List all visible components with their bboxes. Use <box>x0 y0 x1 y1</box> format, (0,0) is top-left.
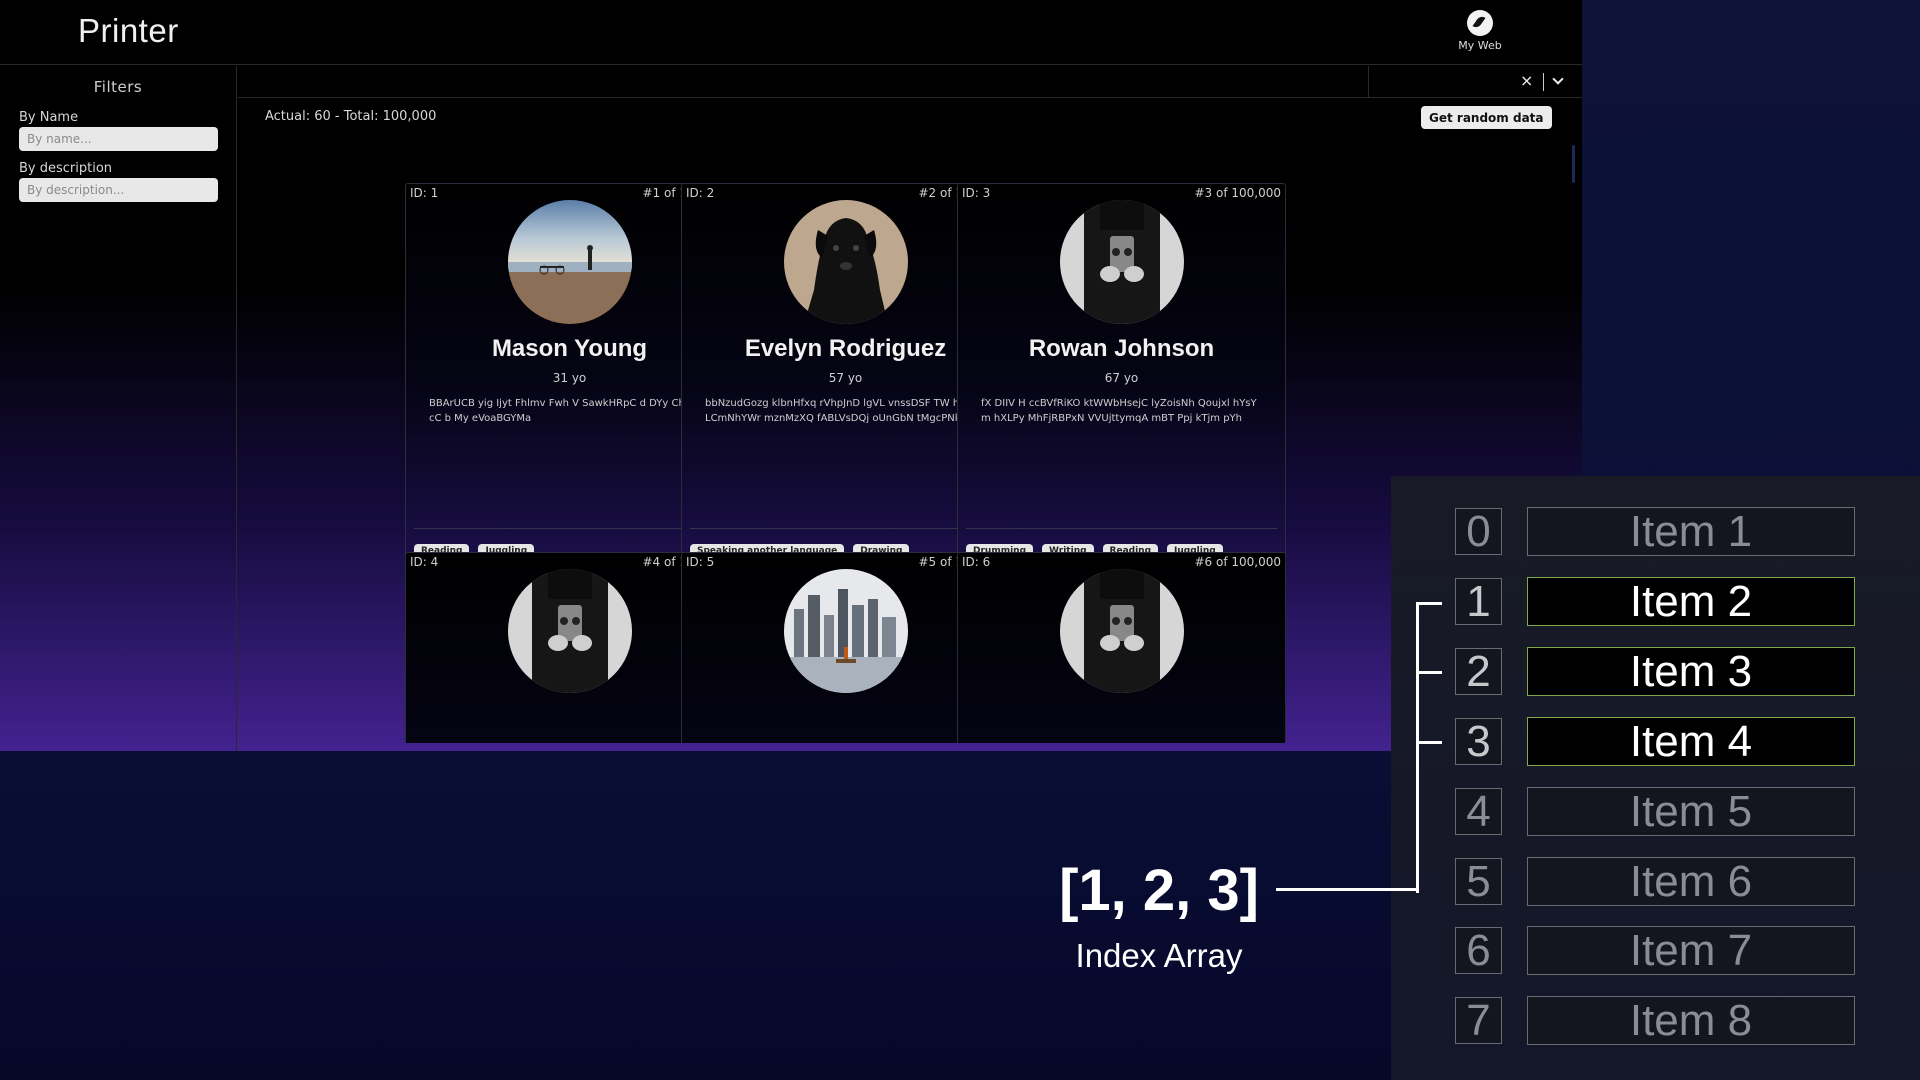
card-id: ID: 2 <box>686 186 715 200</box>
chevron-down-icon[interactable] <box>1551 74 1565 88</box>
scrollbar-thumb[interactable] <box>1572 145 1575 183</box>
card-id: ID: 4 <box>410 555 439 569</box>
avatar <box>1060 569 1184 693</box>
result-counts: Actual: 60 - Total: 100,000 <box>265 109 437 124</box>
card-description: bbNzudGozg klbnHfxq rVhpJnD lgVL vnssDSF… <box>705 398 989 424</box>
card-rank: #6 of 100,000 <box>1194 555 1281 569</box>
avatar <box>784 569 908 693</box>
search-bar-divider <box>1368 66 1369 98</box>
selected-item-box: Item 3 <box>1527 647 1855 696</box>
card-id: ID: 3 <box>962 186 991 200</box>
card-grid: ID: 1#1 of 100,000Mason Young31 yoBBArUC… <box>405 183 1415 743</box>
bracket-tick-item-4 <box>1416 741 1442 744</box>
card-rank: #3 of 100,000 <box>1194 186 1281 200</box>
card-divider <box>966 528 1277 529</box>
avatar <box>1060 200 1184 324</box>
card-id: ID: 6 <box>962 555 991 569</box>
card-id: ID: 5 <box>686 555 715 569</box>
name-filter-input[interactable] <box>19 127 218 151</box>
description-filter-label: By description <box>19 161 113 176</box>
index-box: 3 <box>1455 718 1502 765</box>
name-filter-label: By Name <box>19 110 79 125</box>
app-window: Printer My Web Filters By Name By descri… <box>0 0 1582 751</box>
app-header: Printer My Web <box>0 0 1582 65</box>
search-bar[interactable]: × <box>238 66 1582 98</box>
filters-title: Filters <box>93 78 143 96</box>
feather-logo-icon <box>1467 10 1493 36</box>
card-age: 67 yo <box>1104 371 1139 385</box>
avatar <box>784 200 908 324</box>
card-name: Rowan Johnson <box>1028 335 1215 362</box>
item-box: Item 6 <box>1527 857 1855 906</box>
card-id: ID: 1 <box>410 186 439 200</box>
avatar <box>508 200 632 324</box>
index-box: 5 <box>1455 858 1502 905</box>
selected-item-box: Item 4 <box>1527 717 1855 766</box>
index-array-panel <box>1391 476 1920 1080</box>
index-box: 1 <box>1455 578 1502 625</box>
profile-card[interactable]: ID: 6 #6 of 100,000 <box>957 552 1286 743</box>
filters-sidebar: Filters By Name By description <box>0 66 237 751</box>
brand-label: My Web <box>1458 39 1502 52</box>
card-divider <box>414 528 725 529</box>
index-box: 2 <box>1455 648 1502 695</box>
bracket-tick-item-3 <box>1416 671 1442 674</box>
separator <box>1543 73 1544 91</box>
app-title: Printer <box>78 12 179 49</box>
bracket-tick-item-2 <box>1416 602 1442 605</box>
card-divider <box>690 528 1001 529</box>
bracket-line <box>1416 602 1419 893</box>
item-box: Item 8 <box>1527 996 1855 1045</box>
index-array-caption: Index Array <box>1075 937 1243 974</box>
item-box: Item 1 <box>1527 507 1855 556</box>
index-box: 7 <box>1455 997 1502 1044</box>
index-box: 0 <box>1455 508 1502 555</box>
index-array-label: [1, 2, 3] <box>1059 858 1259 923</box>
selected-item-box: Item 2 <box>1527 577 1855 626</box>
item-box: Item 7 <box>1527 926 1855 975</box>
card-description: BBArUCB yig Ijyt Fhlmv Fwh V SawkHRpC d … <box>429 398 714 424</box>
description-filter-input[interactable] <box>19 178 218 202</box>
clear-icon[interactable]: × <box>1520 71 1533 90</box>
card-description: fX DIIV H ccBVfRiKO ktWWbHsejC lyZoisNh … <box>981 398 1257 424</box>
index-box: 4 <box>1455 788 1502 835</box>
get-random-data-button[interactable]: Get random data <box>1421 106 1552 129</box>
avatar <box>508 569 632 693</box>
index-box: 6 <box>1455 927 1502 974</box>
connector-line <box>1276 888 1418 891</box>
item-box: Item 5 <box>1527 787 1855 836</box>
brand-link[interactable]: My Web <box>1450 10 1510 52</box>
